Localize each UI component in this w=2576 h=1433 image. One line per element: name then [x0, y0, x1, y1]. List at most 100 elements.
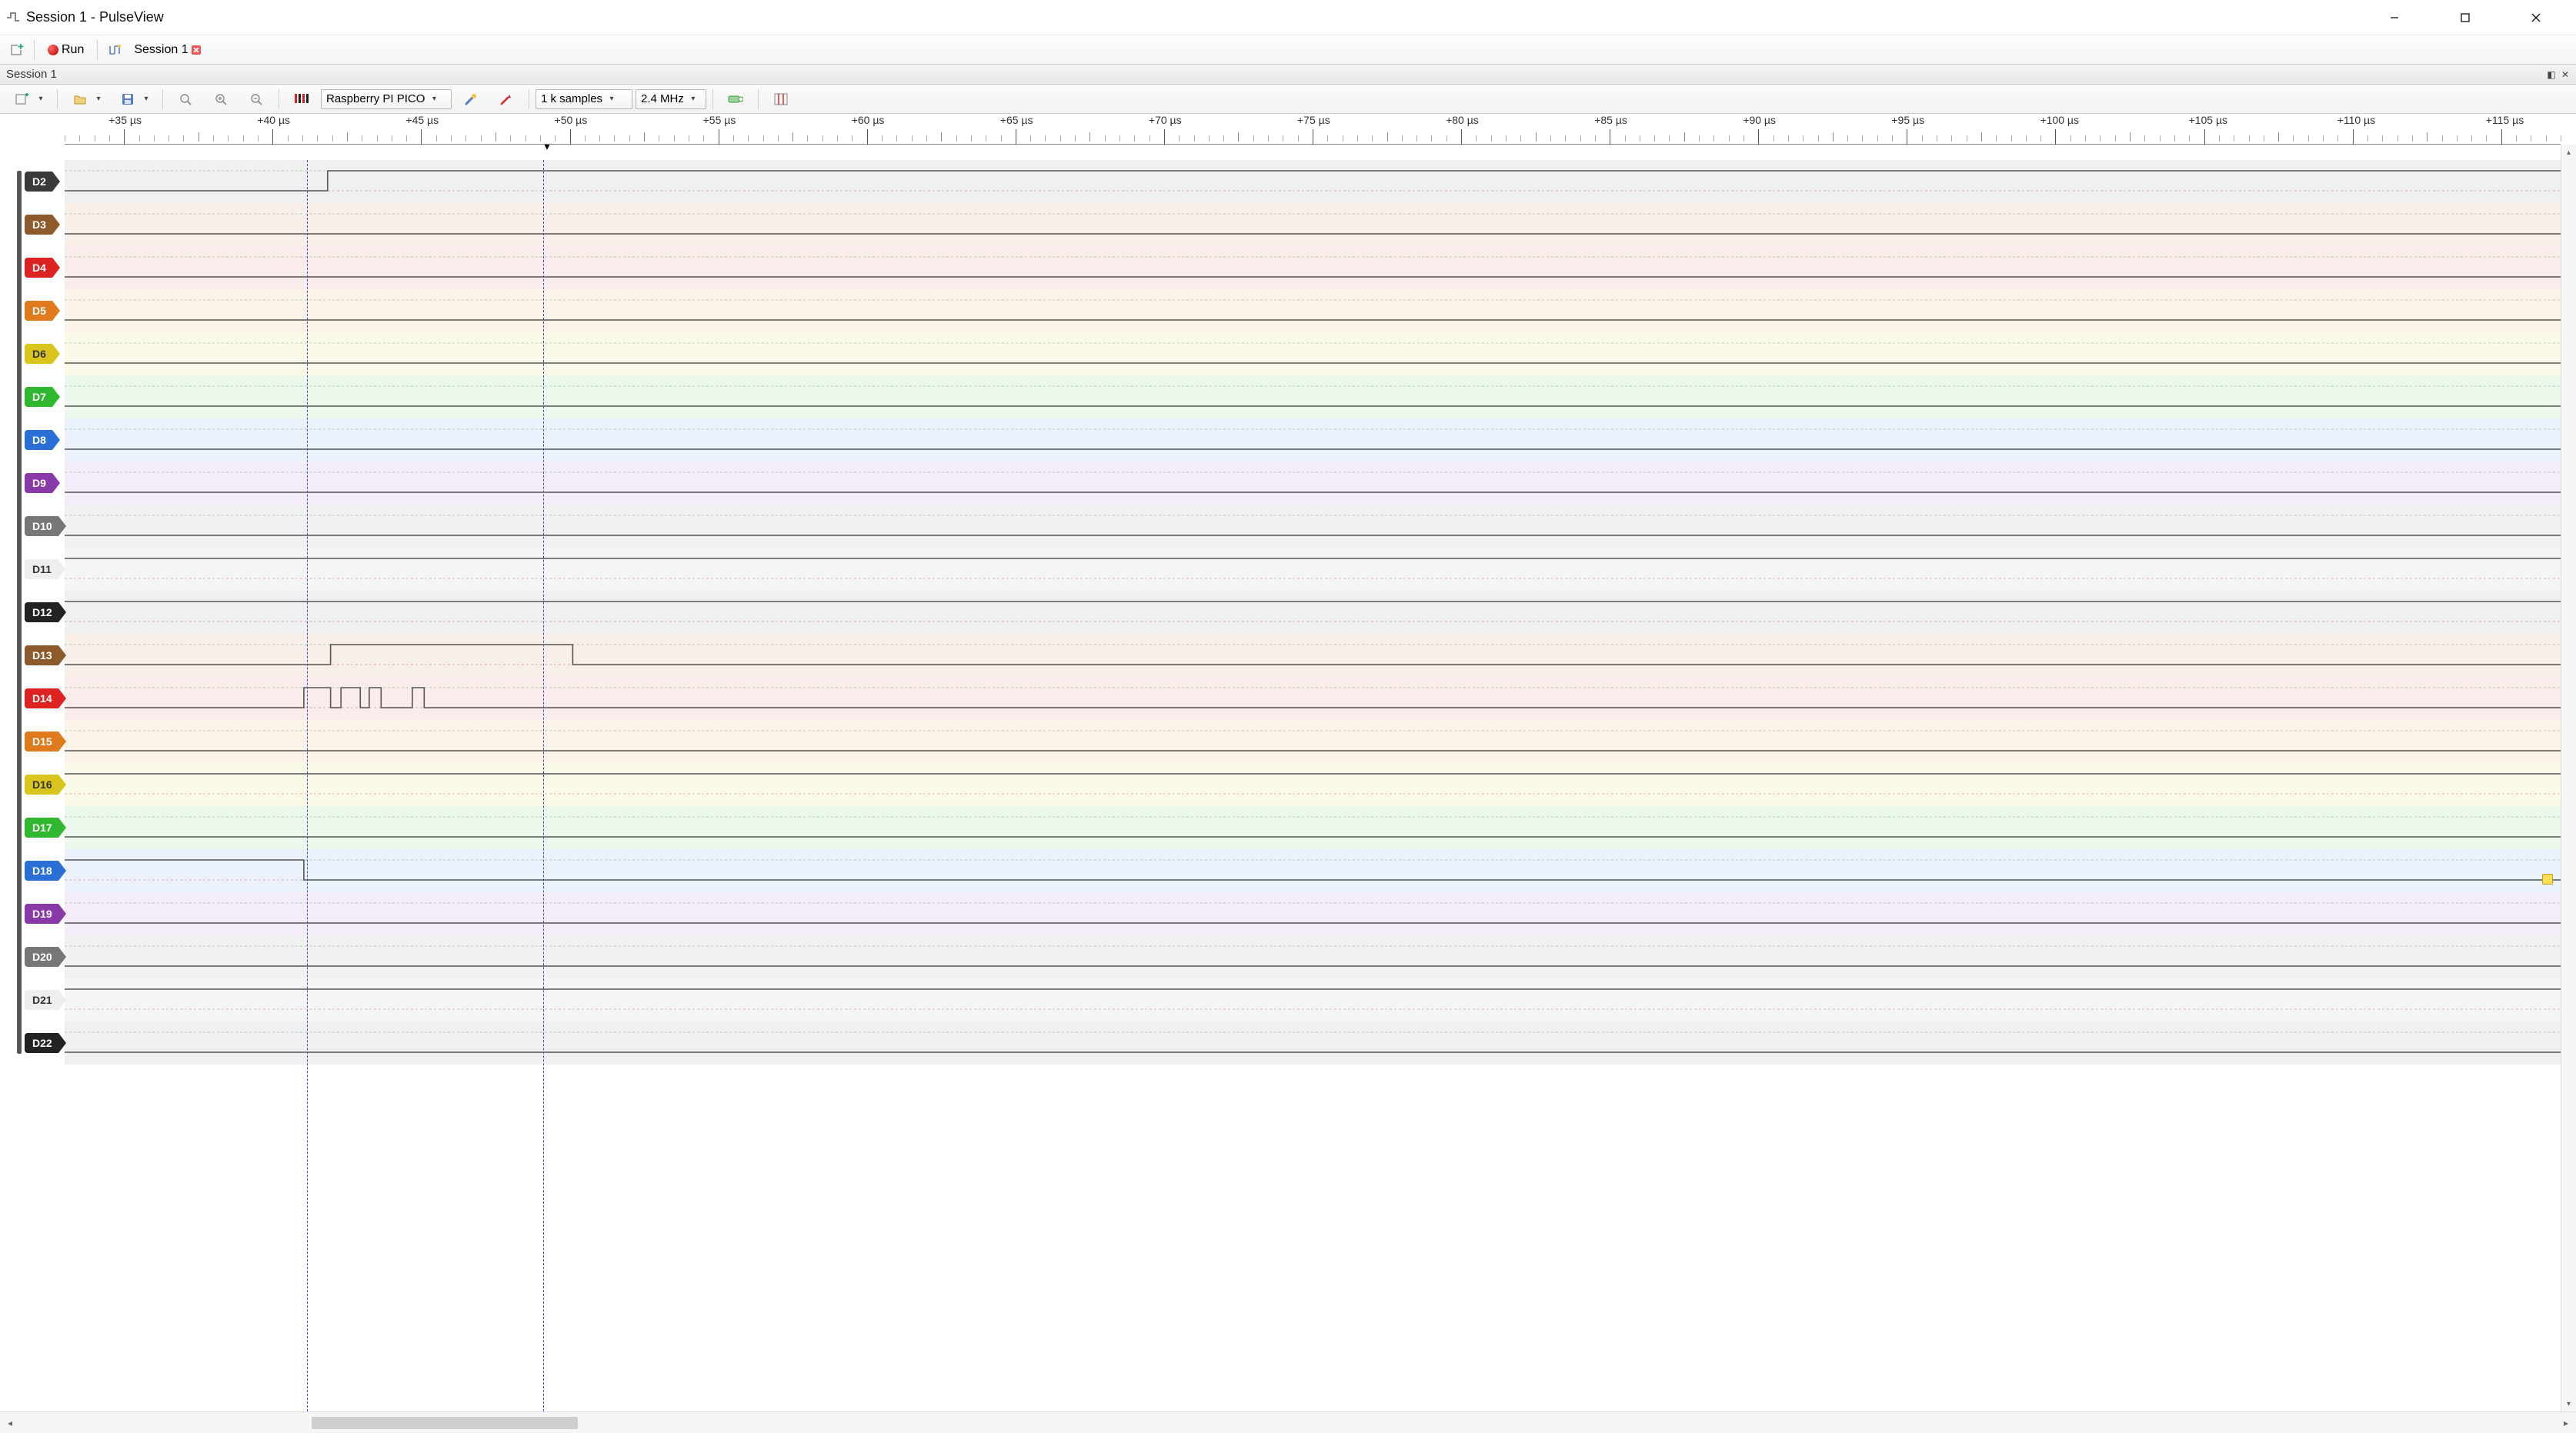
- scroll-right-arrow[interactable]: ▸: [2556, 1412, 2576, 1433]
- channel-d18: D18: [0, 849, 2561, 892]
- sample-rate-selector[interactable]: 2.4 MHz ▾: [636, 89, 706, 109]
- ruler-major-label: +50 µs: [555, 114, 588, 126]
- scroll-left-arrow[interactable]: ◂: [0, 1412, 20, 1433]
- channel-label[interactable]: D22: [25, 1033, 58, 1053]
- time-ruler[interactable]: +35 µs+40 µs+45 µs+50 µs+55 µs+60 µs+65 …: [65, 114, 2561, 145]
- zoom-in-button[interactable]: [205, 88, 237, 110]
- window-controls: [2359, 0, 2571, 35]
- channel-label[interactable]: D20: [25, 947, 58, 967]
- channel-label[interactable]: D4: [25, 258, 52, 278]
- configure-device-button[interactable]: [455, 88, 487, 110]
- session-tab[interactable]: Session 1: [128, 39, 205, 61]
- channel-label[interactable]: D14: [25, 688, 58, 708]
- channel-label[interactable]: D18: [25, 861, 58, 881]
- zoom-out-button[interactable]: [240, 88, 272, 110]
- channel-d6: D6: [0, 332, 2561, 375]
- device-selector[interactable]: Raspberry PI PICO ▾: [321, 89, 452, 109]
- run-label: Run: [62, 43, 84, 57]
- cursors-button[interactable]: [765, 88, 797, 110]
- channel-label[interactable]: D10: [25, 516, 58, 536]
- zoom-fit-button[interactable]: [169, 88, 202, 110]
- channel-d8: D8: [0, 418, 2561, 462]
- signal-trace: [65, 729, 2561, 752]
- channel-label[interactable]: D19: [25, 904, 58, 924]
- ruler-major-label: +80 µs: [1446, 114, 1479, 126]
- channel-label[interactable]: D6: [25, 344, 52, 364]
- close-panel-button[interactable]: ✕: [2559, 68, 2571, 81]
- signal-trace: [65, 169, 2561, 192]
- cursor-line[interactable]: [543, 160, 544, 1411]
- trigger-marker[interactable]: ▾: [544, 140, 549, 153]
- ruler-major-label: +65 µs: [1000, 114, 1033, 126]
- channel-group-handle[interactable]: [17, 171, 22, 1054]
- channel-d10: D10: [0, 505, 2561, 548]
- ruler-major-label: +70 µs: [1149, 114, 1182, 126]
- new-view-button[interactable]: ▾: [6, 88, 51, 110]
- channel-label[interactable]: D21: [25, 990, 58, 1010]
- channel-label[interactable]: D2: [25, 172, 52, 192]
- channel-label[interactable]: D8: [25, 430, 52, 450]
- detach-panel-button[interactable]: ◧: [2545, 68, 2558, 81]
- ruler-major-label: +45 µs: [405, 114, 439, 126]
- channel-label[interactable]: D12: [25, 602, 58, 622]
- sample-rate-value: 2.4 MHz: [641, 92, 684, 105]
- cursor-line[interactable]: [307, 160, 308, 1411]
- signal-trace: [65, 514, 2561, 537]
- ruler-major-label: +115 µs: [2486, 114, 2524, 126]
- run-stop-button[interactable]: Run: [39, 39, 92, 61]
- close-button[interactable]: [2501, 0, 2571, 35]
- device-name: Raspberry PI PICO: [326, 92, 425, 105]
- signal-trace: [65, 901, 2561, 925]
- channel-d5: D5: [0, 289, 2561, 332]
- hscroll-track[interactable]: [20, 1416, 2556, 1430]
- channel-label[interactable]: D13: [25, 645, 58, 665]
- scroll-up-arrow[interactable]: ▴: [2561, 145, 2576, 160]
- channel-label[interactable]: D7: [25, 387, 52, 407]
- vertical-scrollbar[interactable]: ▴ ▾: [2561, 145, 2576, 1411]
- channel-label[interactable]: D16: [25, 775, 58, 795]
- marker-tag[interactable]: [2542, 874, 2553, 885]
- scroll-down-arrow[interactable]: ▾: [2561, 1396, 2576, 1411]
- channel-label[interactable]: D9: [25, 473, 52, 493]
- channel-d12: D12: [0, 591, 2561, 634]
- channel-label[interactable]: D3: [25, 215, 52, 235]
- signal-trace: [65, 772, 2561, 795]
- horizontal-scrollbar[interactable]: ◂ ▸: [0, 1411, 2576, 1433]
- close-tab-icon[interactable]: [192, 45, 201, 55]
- hscroll-thumb[interactable]: [312, 1417, 578, 1429]
- minimize-button[interactable]: [2359, 0, 2430, 35]
- session-toolbar: ▾ ▾ ▾ Raspberry PI PICO ▾ 1 k samples ▾ …: [0, 85, 2576, 114]
- signal-trace: [65, 1031, 2561, 1054]
- maximize-button[interactable]: [2430, 0, 2501, 35]
- ruler-major-label: +85 µs: [1594, 114, 1627, 126]
- channels-button[interactable]: [285, 88, 318, 110]
- trigger-button[interactable]: [490, 88, 522, 110]
- signal-trace: [65, 988, 2561, 1011]
- decoder-icon-button[interactable]: [102, 39, 127, 61]
- signal-trace: [65, 686, 2561, 709]
- sample-count-selector[interactable]: 1 k samples ▾: [536, 89, 632, 109]
- channel-d22: D22: [0, 1021, 2561, 1065]
- channel-d19: D19: [0, 892, 2561, 935]
- signal-trace: [65, 471, 2561, 494]
- open-button[interactable]: ▾: [64, 88, 108, 110]
- channel-label[interactable]: D15: [25, 731, 58, 751]
- channel-d16: D16: [0, 763, 2561, 806]
- title-bar: Session 1 - PulseView: [0, 0, 2576, 35]
- ruler-major-label: +95 µs: [1891, 114, 1924, 126]
- channel-label[interactable]: D5: [25, 301, 52, 321]
- channel-d21: D21: [0, 978, 2561, 1021]
- main-toolbar: Run Session 1: [0, 35, 2576, 65]
- ruler-major-label: +110 µs: [2337, 114, 2375, 126]
- save-button[interactable]: ▾: [112, 88, 156, 110]
- channel-d7: D7: [0, 375, 2561, 418]
- signal-lanes[interactable]: D2 D3 D4 D5 D6 D7 D8 D9 D10 D11 D12 D13 D14 D15 D16 D17…: [0, 160, 2561, 1411]
- add-decoder-button[interactable]: [719, 88, 752, 110]
- sample-count-value: 1 k samples: [541, 92, 602, 105]
- channel-d15: D15: [0, 720, 2561, 763]
- channel-label[interactable]: D11: [25, 559, 58, 579]
- new-session-button[interactable]: [5, 39, 29, 61]
- channel-label[interactable]: D17: [25, 818, 58, 838]
- waveform-view: +35 µs+40 µs+45 µs+50 µs+55 µs+60 µs+65 …: [0, 114, 2576, 1411]
- signal-trace: [65, 643, 2561, 666]
